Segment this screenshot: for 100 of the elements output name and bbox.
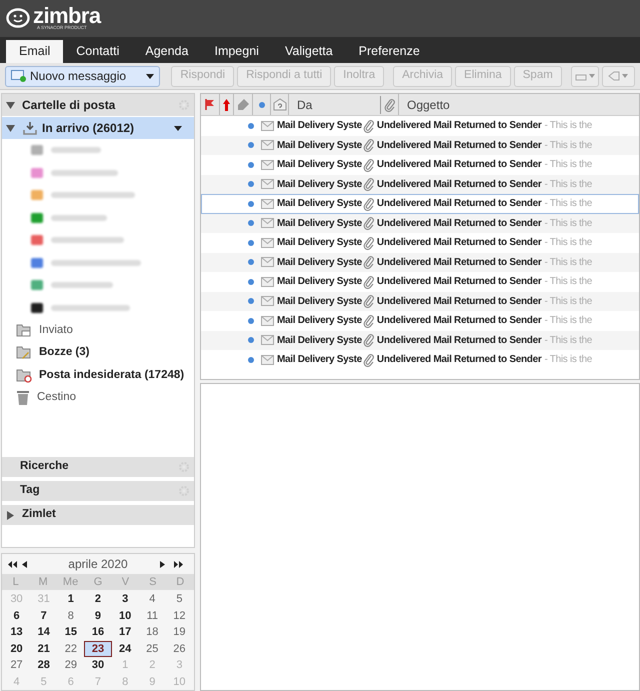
envelope-icon — [261, 354, 274, 365]
calendar-day[interactable]: 5 — [166, 591, 193, 608]
logo-text[interactable]: zimbra — [33, 6, 101, 26]
app-tab[interactable]: Contatti — [63, 40, 132, 63]
calendar-day[interactable]: 7 — [30, 608, 58, 624]
paperclip-icon — [363, 294, 376, 308]
paperclip-icon — [363, 352, 376, 367]
preview-text: - This is the — [544, 197, 592, 212]
subject-text: Undelivered Mail Returned to Sender — [376, 216, 542, 231]
calendar-day[interactable]: 11 — [138, 608, 166, 624]
tag-icon[interactable] — [237, 98, 249, 110]
calendar-day[interactable]: 22 — [57, 640, 84, 657]
message-row[interactable]: Mail Delivery Syste Undelivered Mail Returned to Sender - This is the — [201, 330, 639, 350]
calendar-day[interactable]: 30 — [84, 657, 112, 674]
calendar-day[interactable]: 13 — [3, 624, 30, 640]
folder-item[interactable]: In arrivo (26012) — [2, 117, 194, 139]
logo-icon[interactable] — [6, 8, 30, 30]
message-row[interactable]: Mail Delivery Syste Undelivered Mail Returned to Sender - This is the — [201, 194, 639, 214]
weekday-label: Me — [62, 575, 80, 590]
section-header[interactable]: Cartelle di posta — [2, 94, 194, 116]
sender-text: Mail Delivery Syste — [277, 178, 362, 192]
sender-text: Mail Delivery Syste — [277, 353, 362, 368]
app-tab[interactable]: Agenda — [132, 40, 202, 63]
calendar-day[interactable]: 8 — [57, 608, 84, 624]
subject-text: Undelivered Mail Returned to Sender — [376, 314, 542, 328]
column-header[interactable]: Oggetto — [399, 96, 450, 114]
envelope-icon — [261, 198, 274, 209]
folder-item[interactable]: Posta indesiderata (17248) — [2, 364, 194, 386]
calendar-day[interactable]: 1 — [57, 591, 84, 608]
folder-item[interactable]: Inviato — [2, 319, 194, 342]
envelope-icon — [261, 257, 274, 268]
calendar-month[interactable]: aprile 2020 — [36, 555, 160, 573]
section-header[interactable]: Ricerche — [2, 457, 194, 477]
sender-text: Mail Delivery Syste — [277, 334, 362, 348]
section-title[interactable]: Cartelle di posta — [22, 96, 116, 114]
calendar-day[interactable]: 24 — [112, 640, 139, 657]
calendar-day[interactable]: 26 — [166, 640, 193, 657]
column-header[interactable]: Da — [289, 96, 381, 114]
calendar-day[interactable]: 4 — [138, 591, 166, 608]
weekday-label: D — [175, 575, 186, 590]
calendar-day[interactable]: 14 — [30, 624, 58, 640]
calendar-day[interactable]: 28 — [30, 657, 58, 674]
folder-blocked-icon — [16, 368, 32, 383]
message-row[interactable]: Mail Delivery Syste Undelivered Mail Returned to Sender - This is the — [201, 252, 639, 272]
calendar-day[interactable]: 16 — [84, 624, 112, 640]
message-row[interactable]: Mail Delivery Syste Undelivered Mail Returned to Sender - This is the — [201, 214, 639, 233]
new-message-button[interactable]: Nuovo messaggio — [5, 66, 160, 86]
subject-text: Undelivered Mail Returned to Sender — [376, 334, 542, 348]
trash-can-icon — [16, 390, 30, 406]
sender-text: Mail Delivery Syste — [277, 216, 362, 231]
folder-item[interactable]: Bozze (3) — [2, 342, 194, 364]
collapse-icon[interactable] — [6, 124, 18, 132]
calendar-day[interactable]: 3 — [112, 591, 139, 608]
dropdown-caret-icon — [622, 74, 628, 78]
dropdown-caret-icon — [146, 74, 154, 78]
dropdown-caret-icon[interactable] — [174, 126, 182, 130]
app-tab[interactable]: Preferenze — [346, 40, 433, 63]
message-row[interactable]: Mail Delivery Syste Undelivered Mail Returned to Sender - This is the — [201, 292, 639, 311]
envelope-icon — [261, 238, 274, 248]
section-header[interactable]: Zimlet — [2, 505, 194, 525]
folder-pencil-icon — [16, 345, 32, 360]
folder-item[interactable]: Cestino — [2, 386, 194, 409]
app-tab[interactable]: Email — [6, 40, 64, 63]
app-tab[interactable]: Impegni — [201, 40, 272, 63]
calendar-day[interactable]: 10 — [112, 608, 139, 624]
calendar-day[interactable]: 2 — [84, 591, 112, 608]
calendar-day[interactable]: 29 — [57, 657, 84, 674]
calendar-day[interactable]: 25 — [138, 640, 166, 657]
calendar-day[interactable]: 9 — [84, 608, 112, 624]
paperclip-icon — [363, 314, 376, 328]
collapse-icon[interactable] — [6, 100, 18, 110]
calendar-day[interactable]: 18 — [138, 624, 166, 640]
app-tab[interactable]: Valigetta — [272, 40, 346, 63]
paperclip-icon — [363, 216, 376, 230]
subject-text: Undelivered Mail Returned to Sender — [376, 236, 542, 250]
calendar-day[interactable]: 27 — [3, 657, 30, 674]
subject-text: Undelivered Mail Returned to Sender — [376, 256, 542, 270]
move-menu-button[interactable] — [570, 66, 598, 86]
calendar-day[interactable]: 23 — [84, 640, 112, 657]
tag-icon — [608, 71, 620, 81]
paperclip-icon — [363, 274, 376, 289]
calendar-day[interactable]: 12 — [166, 608, 193, 624]
tag-menu-button[interactable] — [602, 66, 635, 86]
sender-text: Mail Delivery Syste — [277, 158, 362, 172]
calendar-day[interactable]: 15 — [57, 624, 84, 640]
message-row[interactable]: Mail Delivery Syste Undelivered Mail Returned to Sender - This is the — [201, 136, 639, 155]
calendar-day[interactable]: 6 — [3, 608, 30, 624]
envelope-question-icon[interactable] — [272, 98, 286, 111]
priority-arrow-icon[interactable] — [223, 98, 230, 110]
calendar-day[interactable]: 17 — [112, 624, 139, 640]
calendar-day[interactable]: 19 — [166, 624, 193, 640]
calendar-day[interactable]: 21 — [30, 640, 58, 657]
message-row[interactable]: Mail Delivery Syste Undelivered Mail Returned to Sender - This is the — [201, 174, 639, 194]
subject-text: Undelivered Mail Returned to Sender — [376, 158, 542, 172]
preview-text: - This is the — [544, 158, 592, 172]
paperclip-icon — [363, 177, 376, 192]
flag-icon[interactable] — [205, 99, 215, 110]
preview-text: - This is the — [544, 256, 592, 270]
section-header[interactable]: Tag — [2, 481, 194, 501]
calendar-day[interactable]: 20 — [3, 640, 30, 657]
